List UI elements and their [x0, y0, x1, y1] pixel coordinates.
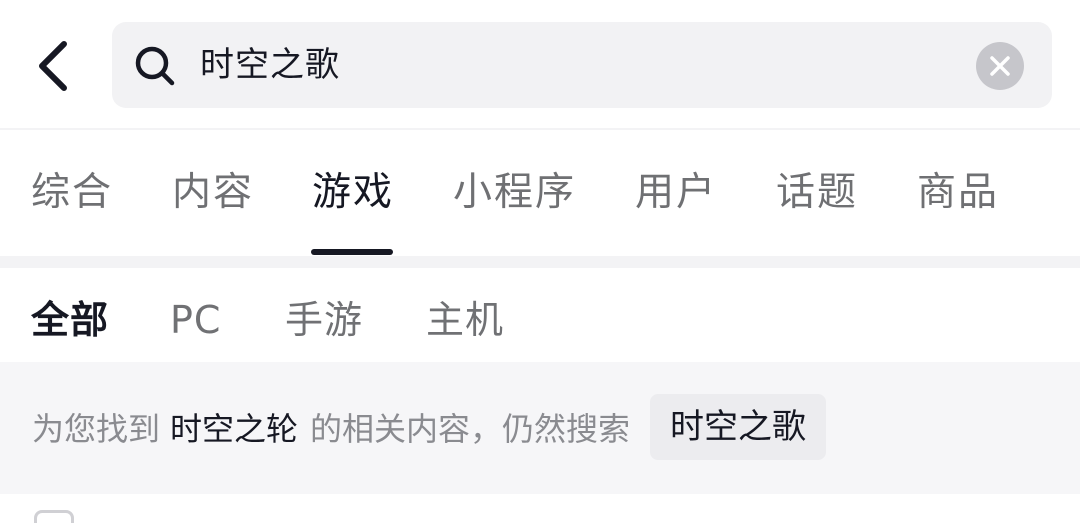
tab-content[interactable]: 内容 [172, 168, 254, 218]
tab-games[interactable]: 游戏 [312, 168, 394, 218]
section-divider [0, 256, 1080, 268]
tab-comprehensive[interactable]: 综合 [31, 168, 113, 218]
result-list-start [0, 494, 1080, 523]
subtab-mobile[interactable]: 手游 [285, 296, 363, 344]
tab-products[interactable]: 商品 [917, 168, 999, 218]
search-header: 时空之歌 [0, 0, 1080, 128]
chevron-left-icon [39, 41, 67, 91]
search-input[interactable]: 时空之歌 [112, 22, 1052, 108]
notice-suffix: 的相关内容，仍然搜索 [310, 410, 631, 448]
notice-line: 为您找到 时空之轮 的相关内容，仍然搜索 时空之歌 [32, 394, 827, 460]
search-icon [135, 46, 175, 86]
notice-prefix: 为您找到 [32, 410, 161, 448]
subtab-all[interactable]: 全部 [31, 296, 109, 344]
clear-icon [990, 56, 1010, 76]
spelling-correction-notice: 为您找到 时空之轮 的相关内容，仍然搜索 时空之歌 [0, 362, 1080, 494]
tab-mini-programs[interactable]: 小程序 [453, 168, 576, 218]
tab-users[interactable]: 用户 [635, 168, 717, 218]
active-tab-indicator [311, 249, 393, 255]
subtab-pc[interactable]: PC [170, 296, 221, 344]
search-query-text[interactable]: 时空之歌 [200, 22, 340, 108]
subtab-console[interactable]: 主机 [426, 296, 504, 344]
platform-filter-tabs: 全部 PC 手游 主机 [0, 268, 1080, 362]
result-thumbnail-edge [34, 510, 74, 523]
tab-topics[interactable]: 话题 [776, 168, 858, 218]
corrected-term: 时空之轮 [170, 410, 299, 448]
back-button[interactable] [22, 30, 86, 102]
category-tabs: 综合 内容 游戏 小程序 用户 话题 商品 [0, 130, 1080, 256]
clear-search-button[interactable] [976, 42, 1024, 90]
search-original-button[interactable]: 时空之歌 [650, 394, 827, 460]
